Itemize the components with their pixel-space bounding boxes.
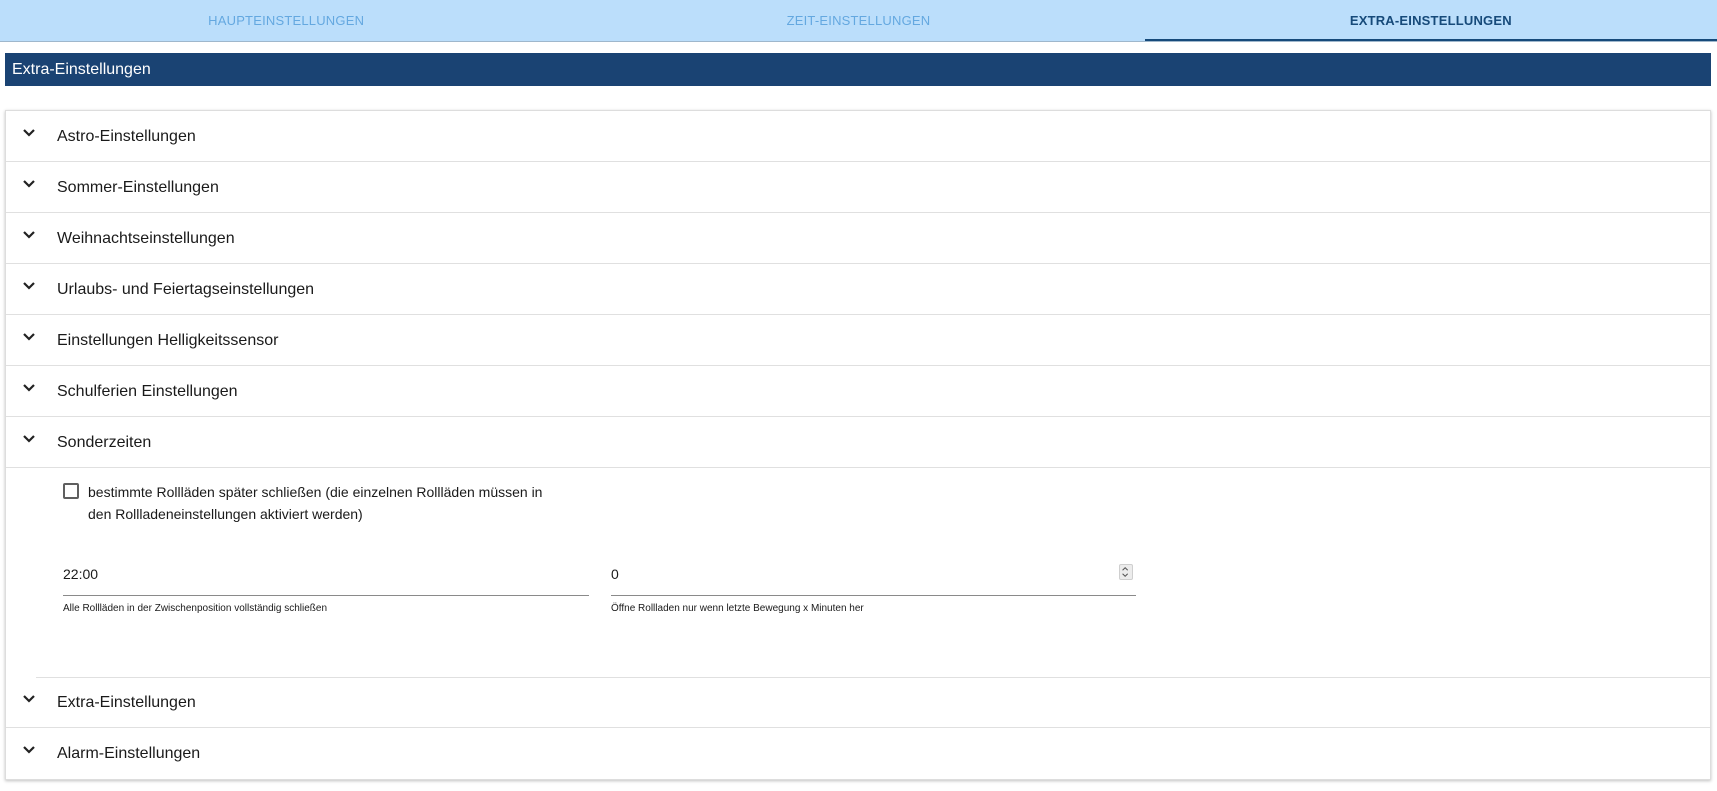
accordion-label: Alarm-Einstellungen [57,745,201,762]
accordion-item-alarm[interactable]: Alarm-Einstellungen [6,728,1710,779]
minutes-helper: Öffne Rollladen nur wenn letzte Bewegung… [611,603,864,614]
later-close-checkbox-label: bestimmte Rollläden später schließen (di… [88,484,543,522]
accordion-item-sommer[interactable]: Sommer-Einstellungen [6,162,1710,213]
accordion-item-sonderzeiten[interactable]: Sonderzeiten [6,417,1710,468]
tab-zeit-einstellungen[interactable]: ZEIT-EINSTELLUNGEN [572,0,1144,41]
accordion-label: Astro-Einstellungen [57,128,196,145]
accordion-label: Sommer-Einstellungen [57,179,219,196]
later-close-checkbox[interactable] [63,483,79,499]
close-time-underline [63,595,589,596]
chevron-down-icon [23,129,35,137]
accordion-label: Extra-Einstellungen [57,694,196,711]
close-time-input[interactable]: 22:00 [63,566,98,582]
chevron-down-icon [23,746,35,754]
accordion-label: Einstellungen Helligkeitssensor [57,332,279,349]
accordion-item-helligkeitssensor[interactable]: Einstellungen Helligkeitssensor [6,315,1710,366]
accordion-item-schulferien[interactable]: Schulferien Einstellungen [6,366,1710,417]
accordion-label: Urlaubs- und Feiertagseinstellungen [57,281,315,298]
tab-extra-einstellungen[interactable]: EXTRA-EINSTELLUNGEN [1144,0,1717,41]
tab-bar: HAUPTEINSTELLUNGEN ZEIT-EINSTELLUNGEN EX… [0,0,1717,42]
accordion-label: Weihnachtseinstellungen [57,230,235,247]
chevron-down-icon [23,282,35,290]
accordion-item-urlaub[interactable]: Urlaubs- und Feiertagseinstellungen [6,264,1710,315]
spinner-arrows-icon [1122,566,1129,578]
chevron-down-icon [23,695,35,703]
section-title: Extra-Einstellungen [5,53,1711,86]
minutes-input[interactable]: 0 [611,566,619,582]
number-spinner[interactable] [1119,564,1133,580]
accordion-label: Sonderzeiten [57,434,152,451]
chevron-down-icon [23,180,35,188]
accordion-item-astro[interactable]: Astro-Einstellungen [6,111,1710,162]
accordion-item-extra[interactable]: Extra-Einstellungen [6,677,1710,728]
accordion-panel: Astro-Einstellungen Sommer-Einstellungen… [5,110,1711,780]
chevron-down-icon [23,435,35,443]
chevron-down-icon [23,384,35,392]
tab-haupteinstellungen[interactable]: HAUPTEINSTELLUNGEN [0,0,572,41]
minutes-underline [611,595,1136,596]
accordion-label: Schulferien Einstellungen [57,383,238,400]
accordion-item-weihnachten[interactable]: Weihnachtseinstellungen [6,213,1710,264]
chevron-down-icon [23,231,35,239]
close-time-helper: Alle Rollläden in der Zwischenposition v… [63,603,328,614]
chevron-down-icon [23,333,35,341]
